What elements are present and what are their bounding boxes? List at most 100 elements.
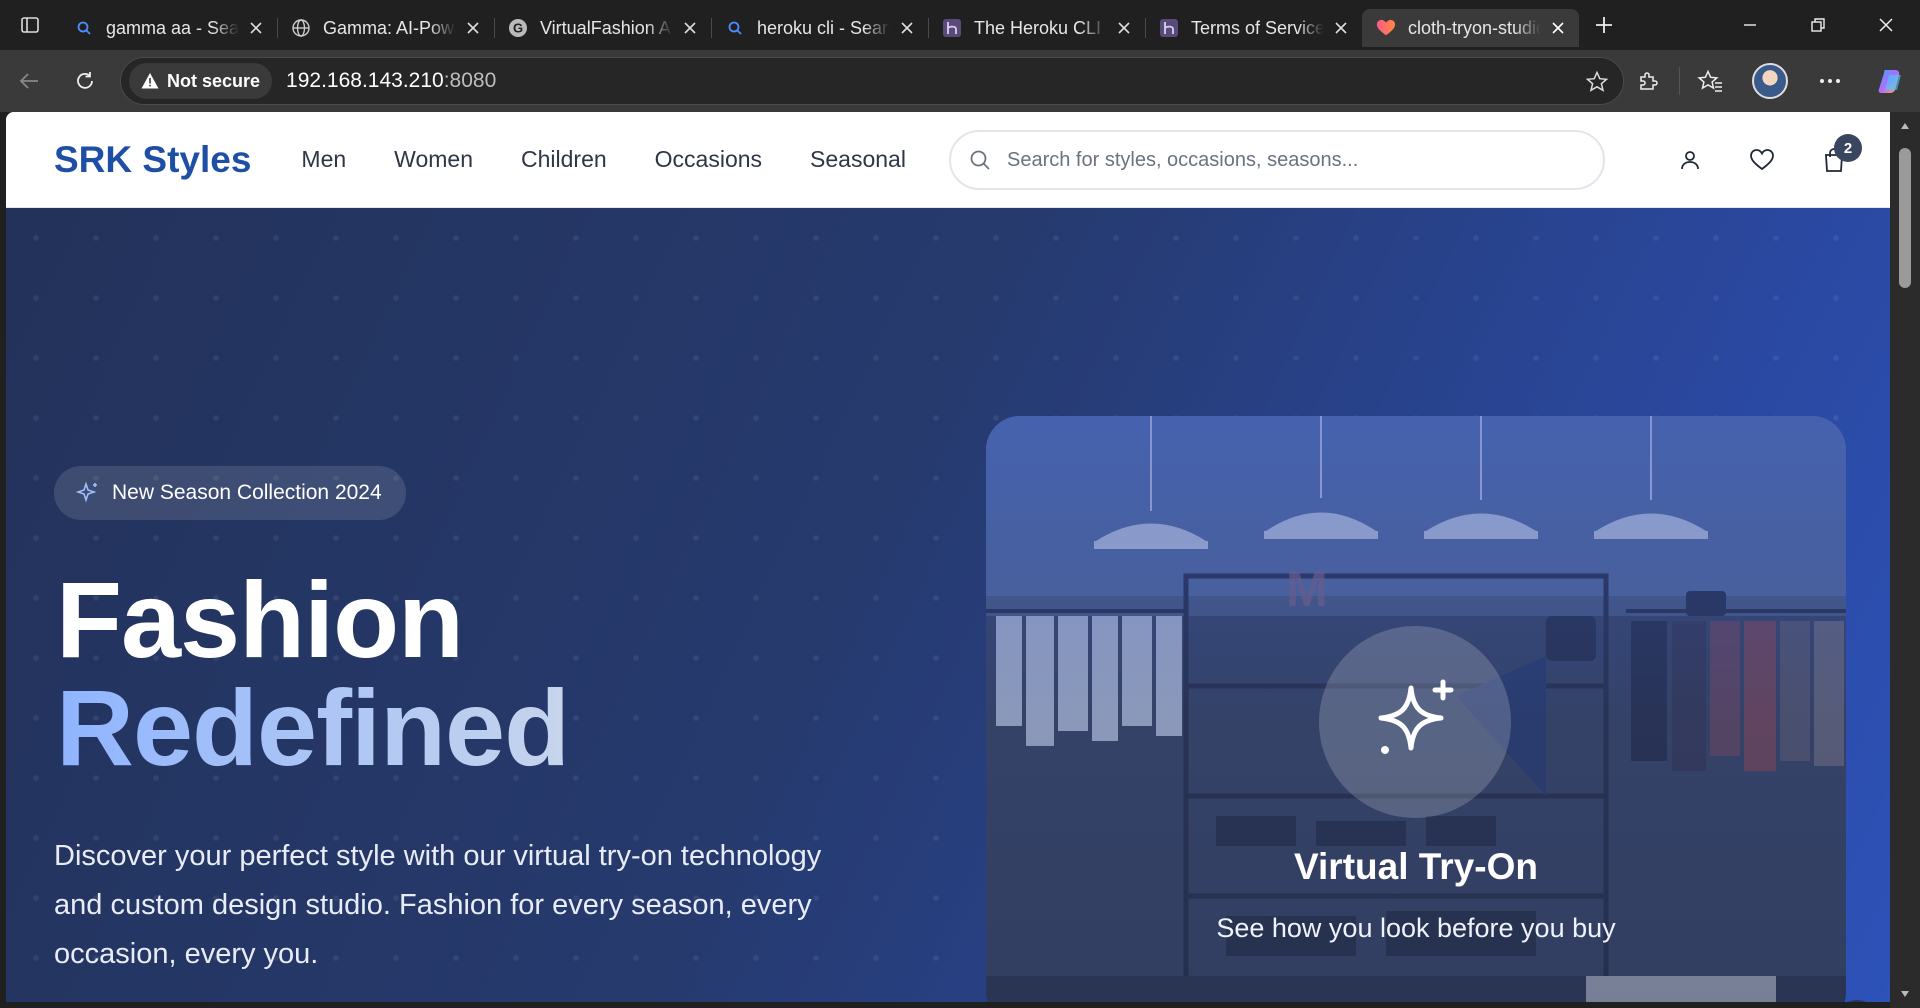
brand-logo[interactable]: SRK Styles bbox=[54, 139, 251, 181]
hero-title-line2: Redefined bbox=[56, 667, 570, 788]
close-tab-icon[interactable] bbox=[462, 17, 484, 39]
virtual-tryon-card[interactable]: M Virtual Try-On See how you look before… bbox=[986, 416, 1846, 1002]
reload-button[interactable] bbox=[64, 60, 106, 102]
g-logo-icon: G bbox=[508, 18, 528, 38]
sparkle-badge bbox=[1319, 626, 1511, 818]
heart-logo-icon bbox=[1376, 18, 1396, 38]
hero-description: Discover your perfect style with our vir… bbox=[54, 840, 822, 970]
hero-title-line1: Fashion bbox=[56, 559, 464, 680]
card-title: Virtual Try-On bbox=[1294, 846, 1538, 887]
puzzle-icon bbox=[1640, 72, 1658, 90]
close-window-button[interactable] bbox=[1852, 0, 1920, 50]
season-pill-label: New Season Collection 2024 bbox=[112, 481, 382, 504]
ellipsis-icon bbox=[1820, 79, 1840, 83]
cart-button[interactable]: 2 bbox=[1798, 130, 1870, 190]
search-bar bbox=[949, 130, 1605, 190]
restore-icon bbox=[1811, 18, 1825, 32]
close-tab-icon[interactable] bbox=[679, 17, 701, 39]
page-scrollbar[interactable] bbox=[1890, 112, 1920, 1008]
avatar bbox=[1752, 63, 1788, 99]
search-icon bbox=[970, 150, 990, 170]
tab-title: heroku cli - Search bbox=[757, 17, 890, 38]
tab[interactable]: Gamma: AI-Powered bbox=[277, 9, 494, 47]
security-label: Not secure bbox=[167, 70, 261, 91]
header-actions: 2 bbox=[1654, 112, 1870, 208]
tab-title: cloth-tryon-studio bbox=[1408, 17, 1541, 38]
sidebar-toggle-icon bbox=[21, 17, 39, 33]
nav-link-children[interactable]: Children bbox=[521, 146, 607, 173]
tab-title: The Heroku CLI bbox=[974, 17, 1102, 38]
tab-active[interactable]: cloth-tryon-studio bbox=[1362, 9, 1579, 47]
scroll-up-icon[interactable] bbox=[1900, 122, 1910, 130]
tab-title: Terms of Service bbox=[1191, 17, 1324, 38]
extensions-button[interactable] bbox=[1619, 50, 1679, 112]
url-text: 192.168.143.210:8080 bbox=[286, 69, 496, 93]
heroku-icon bbox=[1159, 18, 1179, 38]
browser-toolbar: Not secure 192.168.143.210:8080 bbox=[0, 50, 1920, 112]
close-icon bbox=[1879, 18, 1893, 32]
svg-text:G: G bbox=[513, 21, 523, 36]
new-tab-button[interactable] bbox=[1579, 0, 1629, 50]
window-controls bbox=[1716, 0, 1920, 50]
scroll-down-icon[interactable] bbox=[1900, 990, 1910, 998]
minimize-icon bbox=[1744, 24, 1756, 26]
tab-title: Gamma: AI-Powered bbox=[323, 17, 456, 38]
wishlist-button[interactable] bbox=[1726, 130, 1798, 190]
favorite-star-icon[interactable] bbox=[1585, 70, 1609, 99]
close-tab-icon[interactable] bbox=[1547, 17, 1569, 39]
cart-count-badge: 2 bbox=[1834, 134, 1862, 162]
main-nav: Men Women Children Occasions Seasonal bbox=[301, 146, 954, 173]
nav-link-occasions[interactable]: Occasions bbox=[655, 146, 762, 173]
heroku-icon bbox=[942, 18, 962, 38]
nav-link-women[interactable]: Women bbox=[394, 146, 473, 173]
hero-title: Fashion Redefined bbox=[56, 566, 570, 788]
toolbar-right bbox=[1619, 50, 1920, 112]
nav-link-seasonal[interactable]: Seasonal bbox=[810, 146, 906, 173]
search-icon bbox=[74, 18, 94, 38]
site-header: SRK Styles Men Women Children Occasions … bbox=[6, 112, 1890, 208]
more-menu-button[interactable] bbox=[1800, 50, 1860, 112]
tab[interactable]: G VirtualFashion AI bbox=[494, 9, 711, 47]
back-arrow-icon bbox=[19, 73, 38, 89]
sparkles-icon bbox=[76, 481, 97, 503]
restore-button[interactable] bbox=[1784, 0, 1852, 50]
scrollbar-thumb[interactable] bbox=[1899, 148, 1911, 288]
tab-strip: gamma aa - Search Gamma: AI-Powered G Vi… bbox=[0, 0, 1920, 50]
close-tab-icon[interactable] bbox=[245, 17, 267, 39]
copilot-icon bbox=[1878, 70, 1901, 93]
copilot-button[interactable] bbox=[1860, 50, 1920, 112]
nav-link-men[interactable]: Men bbox=[301, 146, 346, 173]
tab[interactable]: The Heroku CLI bbox=[928, 9, 1145, 47]
tab[interactable]: heroku cli - Search bbox=[711, 9, 928, 47]
warning-icon bbox=[141, 73, 159, 89]
url-port: :8080 bbox=[443, 69, 497, 92]
account-button[interactable] bbox=[1654, 130, 1726, 190]
favorites-star-icon bbox=[1697, 69, 1722, 92]
security-indicator[interactable]: Not secure bbox=[129, 63, 273, 99]
tab[interactable]: gamma aa - Search bbox=[60, 9, 277, 47]
heart-icon bbox=[1750, 149, 1774, 171]
hero-section: New Season Collection 2024 Fashion Redef… bbox=[6, 208, 1890, 1002]
url-host: 192.168.143.210 bbox=[286, 69, 444, 92]
favorites-button[interactable] bbox=[1680, 50, 1740, 112]
sparkles-icon bbox=[1378, 679, 1454, 754]
minimize-button[interactable] bbox=[1716, 0, 1784, 50]
tab-title: VirtualFashion AI bbox=[540, 17, 673, 38]
close-tab-icon[interactable] bbox=[896, 17, 918, 39]
search-icon bbox=[725, 18, 745, 38]
reload-icon bbox=[77, 72, 93, 89]
globe-icon bbox=[291, 18, 311, 38]
search-input[interactable] bbox=[1007, 148, 1567, 172]
close-tab-icon[interactable] bbox=[1330, 17, 1352, 39]
address-bar[interactable]: Not secure 192.168.143.210:8080 bbox=[120, 57, 1624, 105]
season-pill: New Season Collection 2024 bbox=[54, 466, 406, 520]
plus-icon bbox=[1596, 17, 1612, 33]
user-icon bbox=[1681, 151, 1699, 170]
close-tab-icon[interactable] bbox=[1113, 17, 1135, 39]
profile-button[interactable] bbox=[1740, 50, 1800, 112]
tab[interactable]: Terms of Service bbox=[1145, 9, 1362, 47]
tab-actions-button[interactable] bbox=[0, 0, 60, 50]
back-button[interactable] bbox=[8, 60, 50, 102]
page-viewport: SRK Styles Men Women Children Occasions … bbox=[6, 112, 1890, 1002]
tab-title: gamma aa - Search bbox=[106, 17, 239, 38]
